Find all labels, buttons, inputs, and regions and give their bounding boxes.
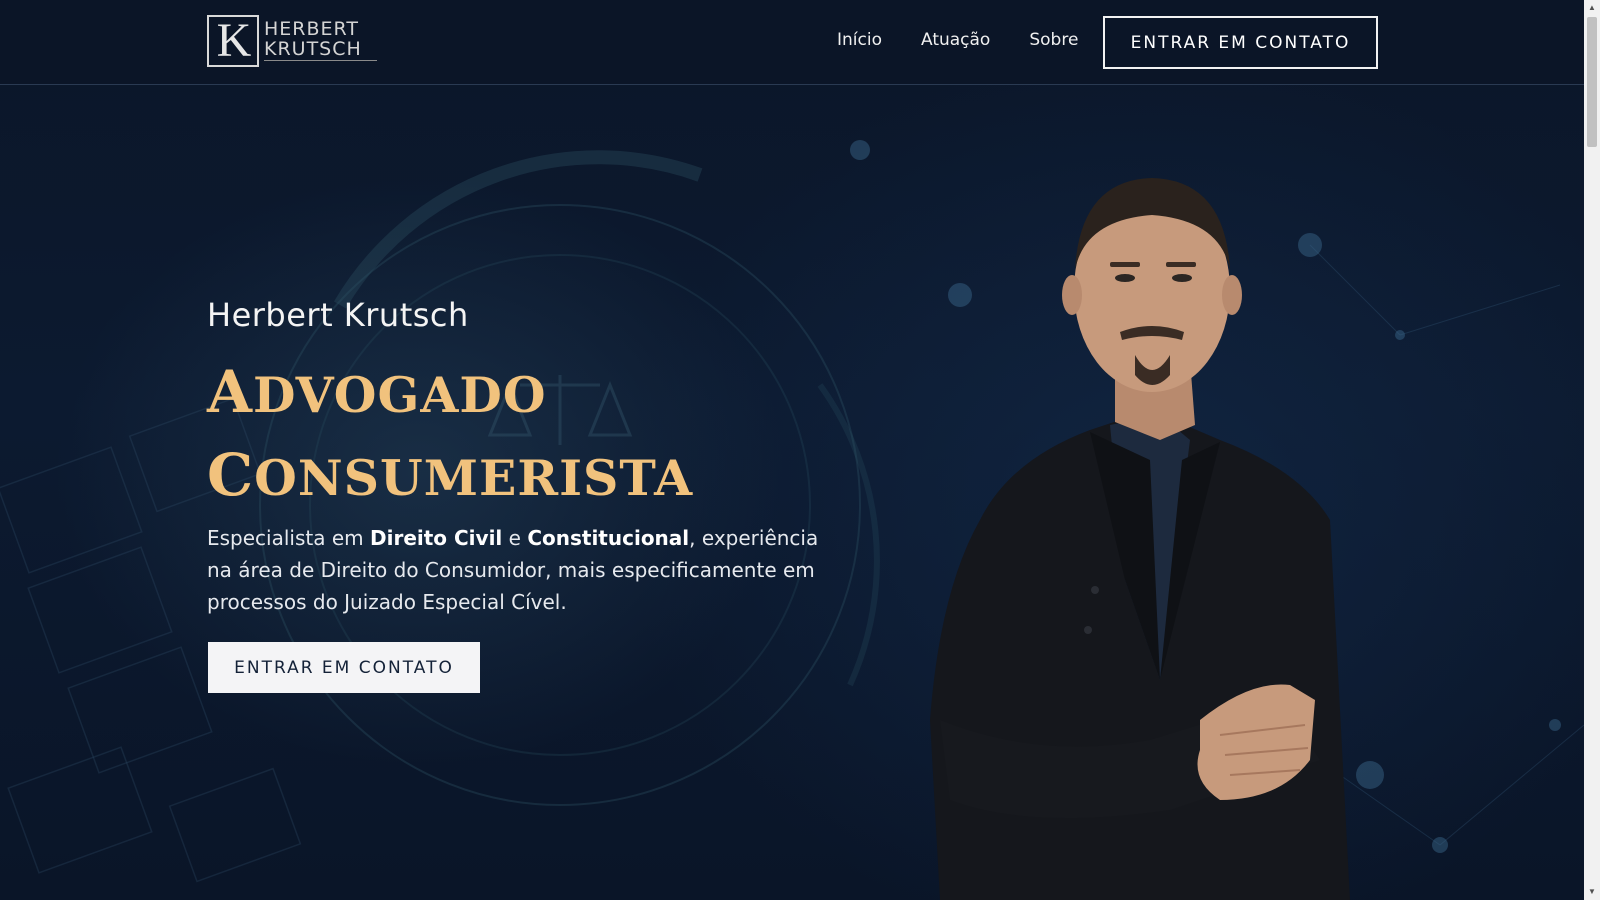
page: K HERBERT KRUTSCH Início Atuação Sobre E… — [0, 0, 1584, 900]
hero-title-line-2: CONSUMERISTA — [207, 435, 827, 518]
logo-mark: K — [207, 15, 259, 67]
hero-title-line-1-initial: A — [207, 358, 254, 426]
logo-line-1: HERBERT — [264, 18, 359, 40]
lawyer-portrait-photo — [930, 178, 1350, 900]
hero-description: Especialista em Direito Civil e Constitu… — [207, 522, 827, 618]
desc-bold-constitucional: Constitucional — [527, 526, 690, 550]
hero-name: Herbert Krutsch — [207, 296, 469, 334]
hero-title-line-1-rest: DVOGADO — [253, 366, 547, 424]
desc-text-1: Especialista em — [207, 526, 370, 550]
main-nav: Início Atuação Sobre — [837, 30, 1117, 54]
logo-wordmark: HERBERT KRUTSCH — [264, 19, 384, 59]
hero-title-line-1: ADVOGADO — [207, 352, 827, 435]
desc-text-2: e — [502, 526, 528, 550]
header-contact-button[interactable]: ENTRAR EM CONTATO — [1103, 16, 1378, 69]
site-logo[interactable]: K HERBERT KRUTSCH — [207, 15, 377, 67]
hero-title-line-2-rest: ONSUMERISTA — [254, 449, 694, 507]
logo-letter: K — [216, 14, 252, 67]
page-scrollbar[interactable]: ▲ ▼ — [1584, 0, 1600, 900]
desc-bold-civil: Direito Civil — [370, 526, 503, 550]
hero-title-line-2-initial: C — [207, 441, 255, 509]
site-header: K HERBERT KRUTSCH Início Atuação Sobre E… — [0, 0, 1584, 85]
nav-item-atuacao[interactable]: Atuação — [921, 30, 990, 54]
hero-contact-button[interactable]: ENTRAR EM CONTATO — [208, 642, 480, 693]
nav-item-sobre[interactable]: Sobre — [1029, 30, 1078, 54]
logo-underline — [264, 60, 377, 61]
hero-title: ADVOGADO CONSUMERISTA — [207, 352, 827, 518]
scroll-down-arrow-icon[interactable]: ▼ — [1584, 884, 1600, 900]
logo-line-2: KRUTSCH — [264, 38, 362, 60]
scroll-up-arrow-icon[interactable]: ▲ — [1584, 0, 1600, 16]
scroll-thumb[interactable] — [1587, 17, 1597, 147]
nav-item-inicio[interactable]: Início — [837, 30, 882, 54]
